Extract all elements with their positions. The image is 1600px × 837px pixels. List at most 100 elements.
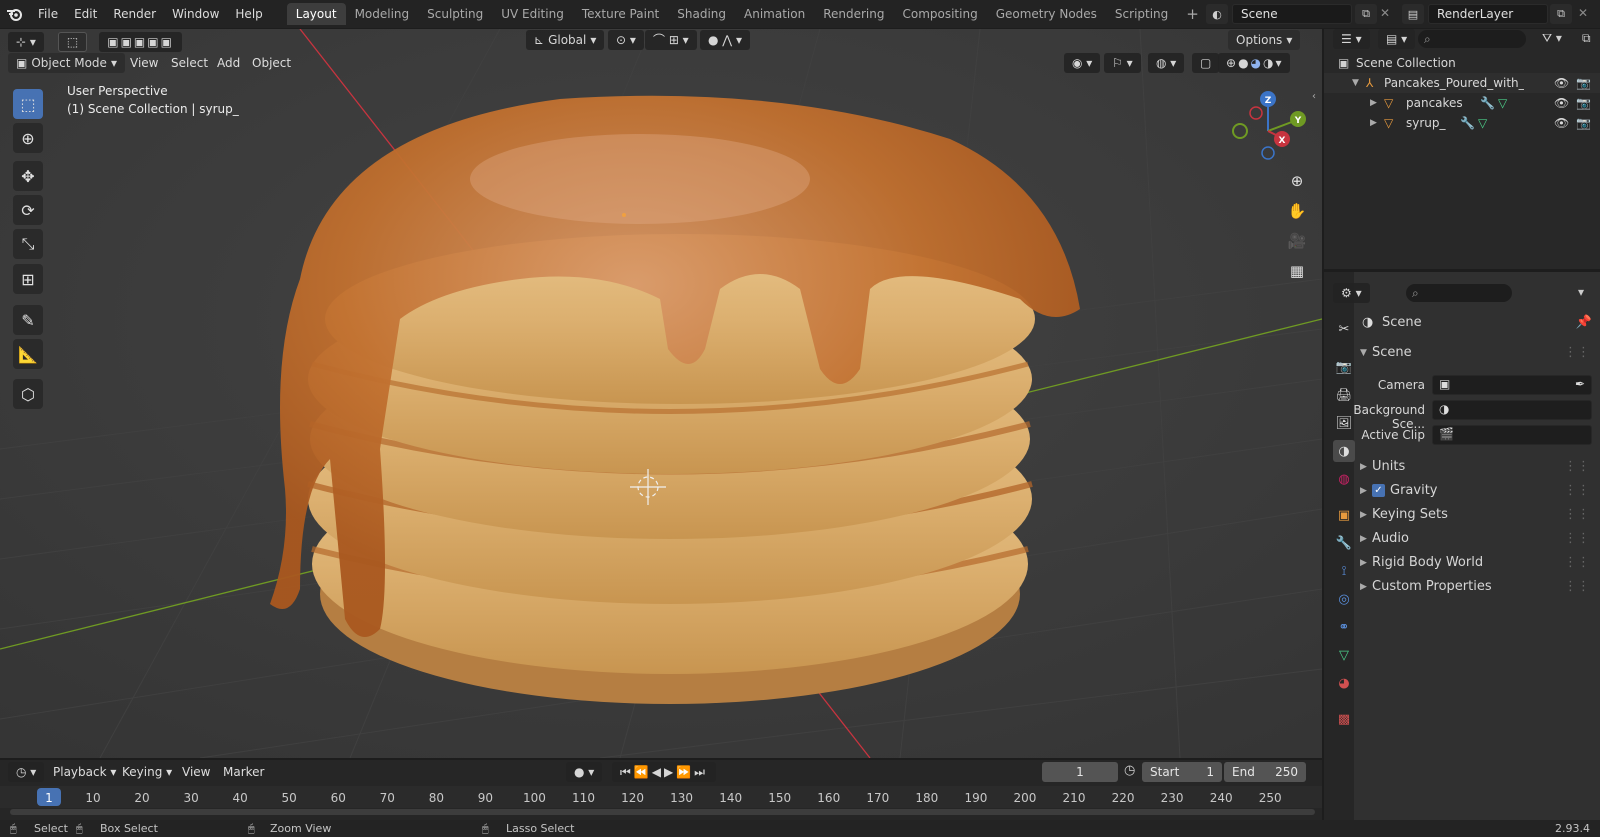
snap-toggle[interactable]: ⌒ ⊞ ▾ — [645, 30, 697, 50]
modifier-wrench-icon[interactable]: 🔧 — [1460, 113, 1475, 133]
drag-handle-icon[interactable]: ⋮⋮ — [1564, 480, 1590, 502]
eye-icon[interactable]: 👁 — [1554, 93, 1569, 113]
camera-field[interactable]: ▣ ✒ — [1432, 375, 1592, 395]
outliner-row-pancakes-poured[interactable]: ▼ ⅄ Pancakes_Poured_with_Syrup 👁 📷 — [1324, 73, 1600, 93]
tab-compositing[interactable]: Compositing — [893, 3, 986, 25]
eyedropper-icon[interactable]: ✒ — [1575, 377, 1585, 391]
mesh-data-icon[interactable]: ▽ — [1478, 113, 1487, 133]
drag-handle-icon[interactable]: ⋮⋮ — [1564, 342, 1590, 364]
gizmo-neg-x[interactable] — [1249, 106, 1263, 120]
new-view-layer-icon[interactable]: ⧉ — [1550, 4, 1572, 24]
chevron-down-icon[interactable]: ▾ — [1276, 53, 1282, 73]
outliner-row-scene-collection[interactable]: ▣ Scene Collection — [1324, 53, 1600, 73]
modifier-tab-icon[interactable]: 🔧 — [1333, 532, 1355, 554]
display-mode-dropdown[interactable]: ▤ ▾ — [1378, 29, 1416, 49]
end-frame-field[interactable]: End 250 — [1224, 762, 1306, 782]
eye-icon[interactable]: 👁 — [1554, 113, 1569, 133]
pin-icon[interactable]: 📌 — [1576, 312, 1592, 334]
new-collection-icon[interactable]: ⧉ — [1582, 31, 1591, 46]
custom-properties-panel-header[interactable]: ▶ Custom Properties ⋮⋮ — [1358, 576, 1592, 598]
camera-render-icon[interactable]: 📷 — [1576, 73, 1591, 93]
blender-logo-icon[interactable] — [0, 6, 30, 22]
view-layer-icon[interactable]: ▤ — [1402, 4, 1424, 24]
drag-handle-icon[interactable]: ⋮⋮ — [1564, 552, 1590, 574]
timeline-editor-type-button[interactable]: ◷ ▾ — [8, 762, 45, 782]
mesh-data-icon[interactable]: ▽ — [1498, 93, 1507, 113]
editor-type-button[interactable]: ⊹ ▾ — [8, 32, 44, 52]
active-clip-field[interactable]: 🎬 — [1432, 425, 1592, 445]
camera-view-icon[interactable]: 🎥 — [1283, 227, 1311, 255]
camera-render-icon[interactable]: 📷 — [1576, 113, 1591, 133]
menu-view[interactable]: View — [123, 56, 165, 70]
gizmo-neg-y[interactable] — [1232, 123, 1248, 139]
constraints-tab-icon[interactable]: ⚭ — [1333, 616, 1355, 638]
record-keyframe-button[interactable]: ● ▾ — [566, 762, 603, 782]
eye-icon[interactable]: 👁 — [1554, 73, 1569, 93]
outliner-row-syrup[interactable]: ▶ ▽ syrup_ 🔧 ▽ 👁 📷 — [1324, 113, 1600, 133]
drag-handle-icon[interactable]: ⋮⋮ — [1564, 576, 1590, 598]
menu-playback[interactable]: Playback ▾ — [46, 765, 123, 779]
tab-texture-paint[interactable]: Texture Paint — [573, 3, 668, 25]
render-tab-icon[interactable]: 📷 — [1333, 356, 1355, 378]
keying-sets-panel-header[interactable]: ▶ Keying Sets ⋮⋮ — [1358, 504, 1592, 526]
annotate-tool-icon[interactable]: ✎ — [13, 305, 43, 335]
solid-shading-icon[interactable]: ● — [1238, 53, 1248, 73]
tab-layout[interactable]: Layout — [286, 3, 346, 25]
zoom-icon[interactable]: ⊕ — [1283, 167, 1311, 195]
wireframe-shading-icon[interactable]: ⊕ — [1226, 53, 1236, 73]
shading-mode-buttons[interactable]: ⊕ ● ◕ ◑ ▾ — [1218, 53, 1290, 73]
drag-handle-icon[interactable]: ⋮⋮ — [1564, 504, 1590, 526]
texture-tab-icon[interactable]: ▩ — [1333, 708, 1355, 730]
expand-arrow-icon[interactable]: ▼ — [1352, 73, 1359, 93]
tab-scripting[interactable]: Scripting — [1106, 3, 1177, 25]
transform-orientation-dropdown[interactable]: ⊾ Global ▾ — [526, 30, 605, 50]
perspective-toggle-icon[interactable]: ▦ — [1283, 257, 1311, 285]
select-tool-icon[interactable]: ⬚ — [57, 32, 88, 52]
menu-edit[interactable]: Edit — [66, 0, 105, 28]
expand-arrow-icon[interactable]: ▶ — [1370, 93, 1377, 113]
preview-range-clock-icon[interactable]: ◷ — [1124, 763, 1135, 778]
menu-select[interactable]: Select — [164, 56, 215, 70]
menu-keying[interactable]: Keying ▾ — [115, 765, 179, 779]
drag-handle-icon[interactable]: ⋮⋮ — [1564, 456, 1590, 478]
3d-viewport[interactable]: ⊹ ▾ ⬚ ▣▣▣▣▣ ⊾ Global ▾ ⊙ ▾ ⌒ ⊞ ▾ ● ⋀ ▾ O… — [0, 29, 1322, 758]
scale-tool-icon[interactable]: ⤡ — [13, 229, 43, 259]
add-cube-tool-icon[interactable]: ⬡ — [13, 379, 43, 409]
pan-hand-icon[interactable]: ✋ — [1283, 197, 1311, 225]
rotate-tool-icon[interactable]: ⟳ — [13, 195, 43, 225]
world-tab-icon[interactable]: ◍ — [1333, 468, 1355, 490]
measure-tool-icon[interactable]: 📐 — [13, 339, 43, 369]
units-panel-header[interactable]: ▶ Units ⋮⋮ — [1358, 456, 1592, 478]
proportional-edit-toggle[interactable]: ● ⋀ ▾ — [700, 30, 750, 50]
options-dropdown[interactable]: Options ▾ — [1228, 30, 1301, 50]
drag-handle-icon[interactable]: ⋮⋮ — [1564, 528, 1590, 550]
tab-sculpting[interactable]: Sculpting — [418, 3, 492, 25]
cursor-tool-icon[interactable]: ⊕ — [13, 123, 43, 153]
menu-marker[interactable]: Marker — [216, 765, 271, 779]
chevron-down-icon[interactable]: ▾ — [1578, 285, 1584, 299]
transform-tool-icon[interactable]: ⊞ — [13, 264, 43, 294]
outliner-row-pancakes[interactable]: ▶ ▽ pancakes 🔧 ▽ 👁 📷 — [1324, 93, 1600, 113]
filter-icon[interactable]: ⛛ ▾ — [1542, 31, 1562, 46]
start-frame-field[interactable]: Start 1 — [1142, 762, 1222, 782]
menu-help[interactable]: Help — [227, 0, 270, 28]
tab-shading[interactable]: Shading — [668, 3, 735, 25]
current-frame-field[interactable]: 1 — [1042, 762, 1118, 782]
sidebar-toggle-icon[interactable]: ‹ — [1312, 91, 1316, 102]
rigid-body-world-panel-header[interactable]: ▶ Rigid Body World ⋮⋮ — [1358, 552, 1592, 574]
visibility-dropdown[interactable]: ◉ ▾ — [1064, 53, 1101, 73]
menu-timeline-view[interactable]: View — [175, 765, 217, 779]
particles-tab-icon[interactable]: ⟟ — [1333, 560, 1355, 582]
material-shading-icon[interactable]: ◕ — [1251, 53, 1261, 73]
new-scene-icon[interactable]: ⧉ — [1355, 4, 1377, 24]
xray-toggle[interactable]: ▢ — [1192, 53, 1220, 73]
menu-object[interactable]: Object — [245, 56, 298, 70]
timeline-scrollbar[interactable] — [10, 809, 1315, 815]
view-layer-selector[interactable]: RenderLayer — [1428, 4, 1548, 24]
scene-type-icon[interactable]: ◐ — [1206, 4, 1228, 24]
properties-editor-type-button[interactable]: ⚙ ▾ — [1333, 283, 1370, 303]
menu-add[interactable]: Add — [210, 56, 247, 70]
overlays-toggle[interactable]: ◍ ▾ — [1148, 53, 1185, 73]
background-scene-field[interactable]: ◑ — [1432, 400, 1592, 420]
selection-mode-icons[interactable]: ▣▣▣▣▣ — [99, 32, 182, 52]
